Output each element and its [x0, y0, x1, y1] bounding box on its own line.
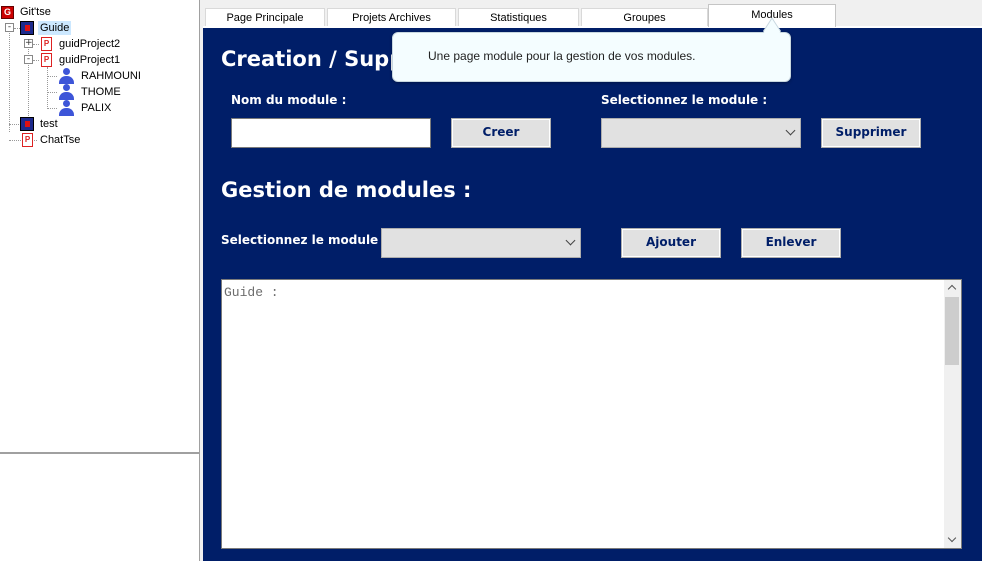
tree-item-test[interactable]: test [20, 116, 60, 132]
delete-module-select[interactable] [601, 118, 801, 148]
tree-root-label: Git'tse [20, 6, 51, 18]
collapse-icon[interactable]: - [24, 55, 33, 64]
user-icon [58, 100, 74, 116]
tree-item-label: THOME [81, 86, 121, 98]
tree-item-label: Guide [38, 21, 72, 35]
guide-text: Guide : [224, 285, 279, 300]
scroll-up-icon[interactable] [947, 284, 957, 294]
create-button[interactable]: Creer [451, 118, 551, 148]
expand-icon[interactable]: + [24, 39, 33, 48]
module-name-label: Nom du module : [231, 93, 347, 107]
group-icon [20, 117, 34, 131]
tab-groupes[interactable]: Groupes [581, 8, 708, 27]
manage-module-select[interactable] [381, 228, 581, 258]
module-name-input[interactable] [231, 118, 431, 148]
project-icon: P [41, 37, 52, 51]
tree-item-label: RAHMOUNI [81, 70, 141, 82]
tree-item-palix[interactable]: PALIX [58, 100, 113, 116]
tree-item-label: test [40, 118, 58, 130]
chevron-down-icon [785, 125, 796, 136]
tree-item-thome[interactable]: THOME [58, 84, 123, 100]
add-button[interactable]: Ajouter [621, 228, 721, 258]
tree-item-guide[interactable]: Guide [20, 20, 72, 36]
tree-root[interactable]: G Git'tse [1, 4, 53, 20]
scroll-down-icon[interactable] [947, 533, 957, 543]
tree-item-chattse[interactable]: P ChatTse [22, 132, 82, 148]
user-icon [58, 84, 74, 100]
app-icon: G [1, 5, 14, 19]
tree-item-label: guidProject1 [59, 54, 121, 66]
tooltip: Une page module pour la gestion de vos m… [392, 17, 791, 82]
tree-item-label: guidProject2 [59, 38, 121, 50]
scrollbar[interactable] [944, 280, 961, 548]
collapse-icon[interactable]: - [5, 23, 14, 32]
modules-page: Creation / Suppr Nom du module : Creer S… [203, 26, 982, 561]
manage-heading: Gestion de modules : [221, 178, 472, 202]
guide-textarea[interactable]: Guide : [221, 279, 962, 549]
tab-projets-archives[interactable]: Projets Archives [327, 8, 456, 27]
remove-button[interactable]: Enlever [741, 228, 841, 258]
tree-item-label: PALIX [81, 102, 112, 114]
chevron-down-icon [565, 235, 576, 246]
tree-item-rahmouni[interactable]: RAHMOUNI [58, 68, 143, 84]
group-icon [20, 21, 34, 35]
tab-page-principale[interactable]: Page Principale [205, 8, 325, 27]
select-module-label: Selectionnez le module : [601, 93, 768, 107]
tooltip-text: Une page module pour la gestion de vos m… [428, 49, 696, 63]
scroll-thumb[interactable] [945, 297, 959, 365]
manage-select-label: Selectionnez le module : [221, 233, 388, 247]
tab-statistiques[interactable]: Statistiques [458, 8, 579, 27]
creation-heading: Creation / Suppr [221, 47, 415, 71]
delete-button[interactable]: Supprimer [821, 118, 921, 148]
tab-bar: Page Principale Projets Archives Statist… [203, 4, 982, 27]
project-icon: P [22, 133, 33, 147]
project-tree[interactable]: G Git'tse - Guide + P guidProject2 - P g… [0, 0, 200, 452]
details-panel [0, 452, 200, 561]
project-icon: P [41, 53, 52, 67]
tree-item-guidproject1[interactable]: P guidProject1 [41, 52, 122, 68]
tree-item-label: ChatTse [40, 134, 81, 146]
tree-item-guidproject2[interactable]: P guidProject2 [41, 36, 122, 52]
user-icon [58, 68, 74, 84]
